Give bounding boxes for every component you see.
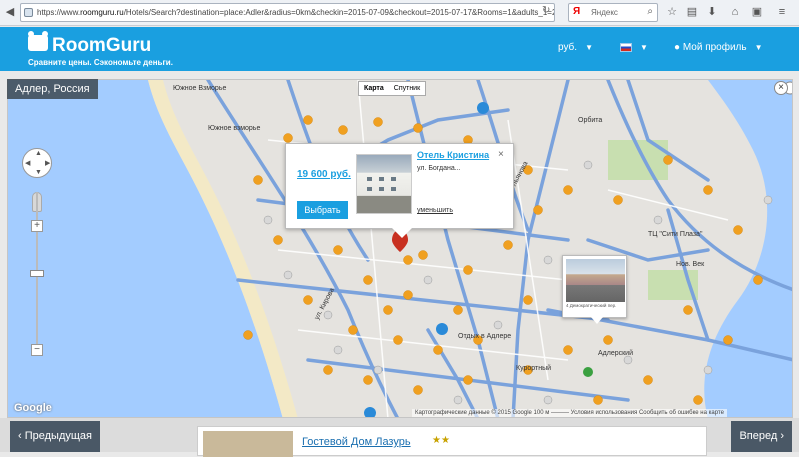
location-label: Адлер, Россия (7, 79, 98, 99)
pan-control[interactable]: ▲ ▼ ◀ ▶ (22, 148, 52, 178)
close-icon[interactable]: × (498, 149, 504, 160)
russia-flag-icon (620, 42, 632, 52)
bookmarks-icon[interactable]: ▤ (685, 5, 699, 19)
map-type-control[interactable]: Карта Спутник (358, 81, 427, 96)
map-type-satellite[interactable]: Спутник (389, 82, 425, 95)
address-bar[interactable]: https://www.roomguru.ru/Hotels/Search?de… (20, 3, 555, 22)
google-logo: Google (14, 402, 52, 414)
map-label: Нов. Век (676, 261, 705, 268)
logo-icon (28, 31, 48, 51)
url-path: /Hotels/Search?destination=place:Adler&r… (123, 8, 554, 17)
map-label: Южное Взморье (173, 85, 226, 92)
map-tiles: Южное Взморье Южное взморье Орбита ТЦ "Сити… (8, 80, 792, 417)
url-host: roomguru.ru (80, 8, 124, 17)
map-label: Адлерский (598, 349, 633, 357)
shrink-link[interactable]: уменьшить (417, 207, 453, 214)
pan-right-icon[interactable]: ▶ (45, 159, 50, 167)
map-canvas[interactable]: Южное Взморье Южное взморье Орбита ТЦ "Сити… (7, 79, 793, 418)
download-icon[interactable]: ⬇ (705, 5, 719, 19)
hotel-title-link[interactable]: Гостевой Дом Лазурь (302, 436, 411, 448)
search-placeholder: Яндекс (591, 8, 618, 17)
zoom-out-button[interactable]: − (31, 344, 43, 356)
hotel-price[interactable]: 19 600 руб. (297, 169, 351, 180)
pan-down-icon[interactable]: ▼ (35, 169, 42, 176)
search-input[interactable]: Я Яндекс ⌕ (568, 3, 658, 22)
next-button[interactable]: Вперед › (731, 421, 792, 452)
streetview-popup[interactable]: 4 Демократический пер. (562, 255, 627, 324)
chevron-left-icon: ‹ (18, 430, 22, 442)
prev-button[interactable]: ‹ Предыдущая (10, 421, 101, 452)
streetview-caption: 4 Демократический пер. (566, 303, 617, 308)
hotel-thumbnail[interactable] (203, 431, 293, 457)
user-icon: ● (674, 42, 681, 53)
chevron-right-icon: › (780, 430, 784, 442)
pan-up-icon[interactable]: ▲ (35, 150, 42, 157)
map-label: Отдых в Адлере (458, 333, 511, 340)
map-label: Орбита (578, 116, 602, 124)
prev-label: Предыдущая (24, 430, 93, 442)
profile-menu[interactable]: ● Мой профиль ▼ (674, 42, 763, 53)
browser-toolbar: ◀ https://www.roomguru.ru/Hotels/Search?… (0, 0, 799, 26)
map-label: Южное взморье (208, 125, 260, 132)
currency-label: руб. (558, 42, 578, 53)
zoom-in-button[interactable]: + (31, 220, 43, 232)
hotel-name-link[interactable]: Отель Кристина (417, 150, 489, 160)
language-selector[interactable]: ▼ (620, 42, 648, 53)
bookmark-star-icon[interactable]: ☆ (665, 5, 679, 19)
reload-icon[interactable]: ↻ (542, 5, 550, 16)
hotel-photo[interactable] (356, 154, 412, 214)
currency-selector[interactable]: руб. ▼ (558, 42, 593, 53)
extension-icon[interactable]: ▣ (750, 5, 764, 19)
star-rating: ★★ (432, 435, 450, 446)
logo[interactable]: RoomGuru (52, 35, 151, 57)
map-label: ТЦ "Сити Плаза" (648, 231, 703, 238)
pan-left-icon[interactable]: ◀ (25, 159, 30, 167)
close-map-button[interactable]: × (774, 81, 788, 95)
profile-label: Мой профиль (682, 42, 747, 53)
zoom-slider-knob[interactable] (30, 270, 44, 277)
select-button[interactable]: Выбрать (297, 201, 348, 219)
next-label: Вперед (739, 430, 778, 442)
chevron-down-icon: ▼ (754, 43, 763, 52)
map-type-map[interactable]: Карта (359, 82, 389, 95)
tagline: Сравните цены. Сэкономьте деньги. (28, 58, 173, 67)
hotel-address: ул. Богдана... (417, 165, 461, 172)
chevron-down-icon: ▼ (585, 43, 593, 52)
hotel-info-popup: 19 600 руб. Выбрать Отель Кристина ул. Б… (285, 143, 514, 238)
map-attribution[interactable]: Картографические данные © 2015 Google 10… (412, 409, 727, 417)
streetview-position-marker (583, 367, 593, 377)
chevron-down-icon: ▼ (640, 43, 648, 52)
url-prefix: https://www. (37, 8, 81, 17)
menu-icon[interactable]: ≡ (775, 5, 789, 19)
back-icon[interactable]: ◀ (3, 5, 17, 19)
map-label: Курортный (516, 364, 551, 372)
yandex-icon: Я (573, 6, 581, 17)
home-icon[interactable]: ⌂ (728, 5, 742, 19)
streetview-photo[interactable] (566, 259, 625, 302)
search-icon[interactable]: ⌕ (647, 6, 653, 17)
lock-icon (24, 8, 33, 17)
